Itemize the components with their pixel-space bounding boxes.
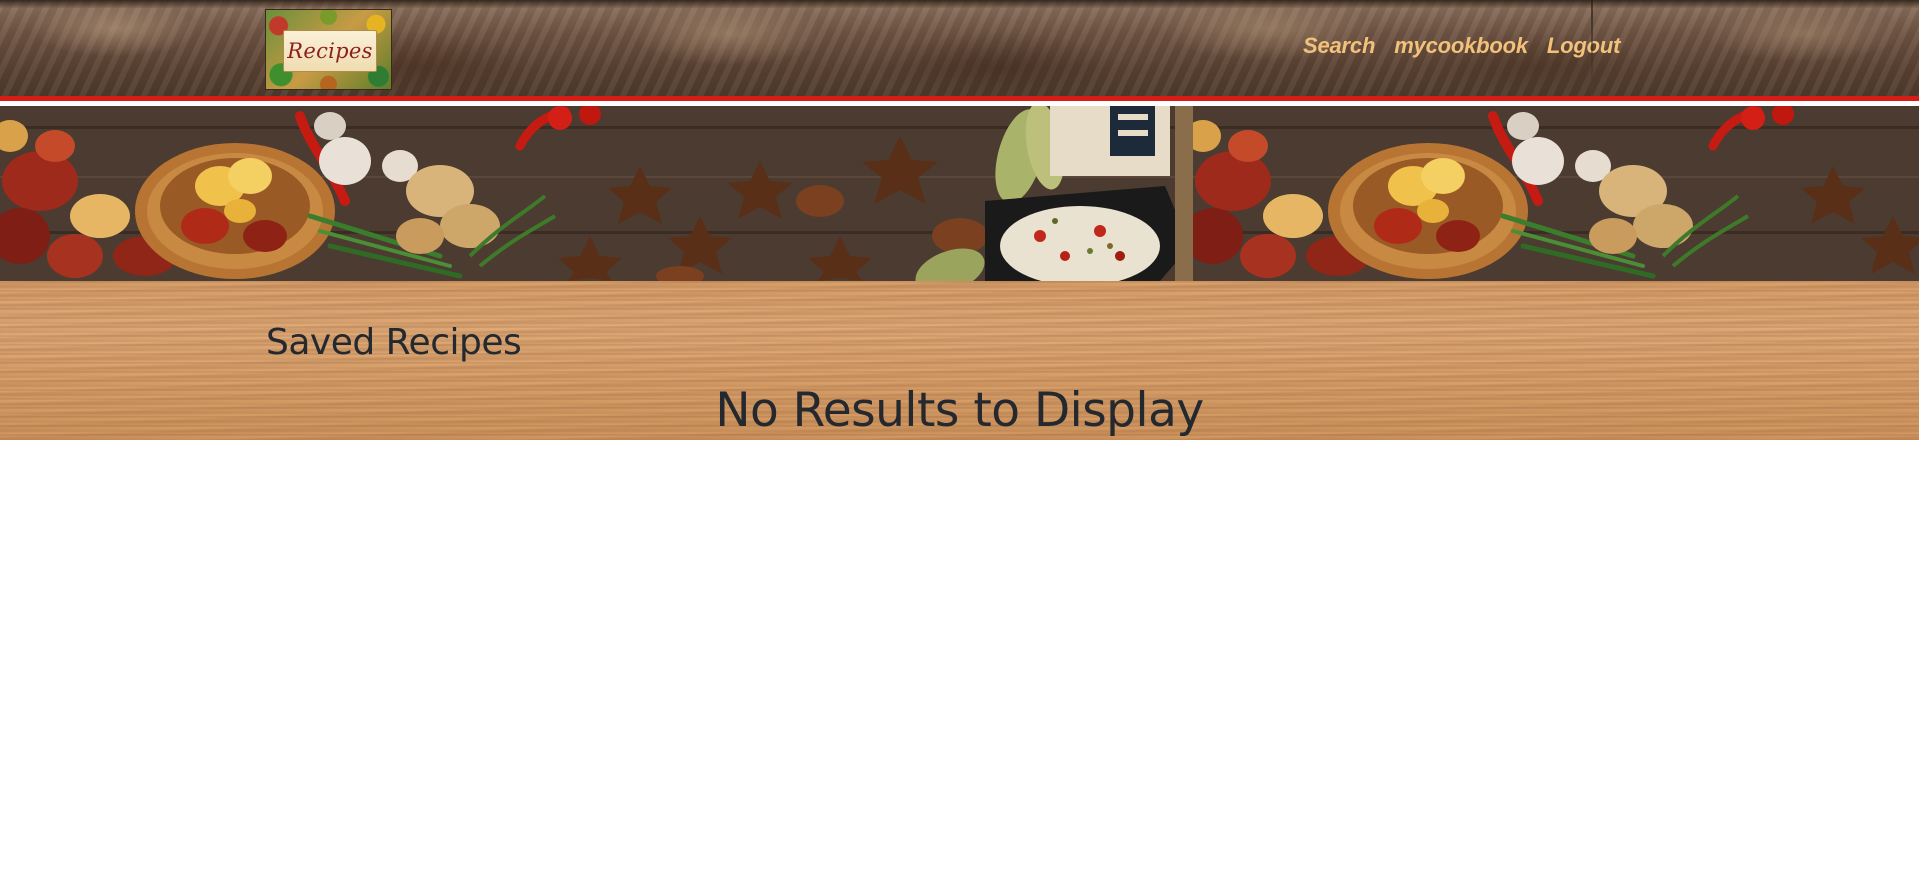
nav-link-logout[interactable]: Logout — [1547, 33, 1621, 59]
logo-text: Recipes — [283, 30, 377, 72]
spice-banner-tile — [0, 106, 1193, 281]
empty-results-message: No Results to Display — [715, 383, 1204, 438]
top-navbar: Recipes Search mycookbook Logout — [0, 0, 1919, 101]
spice-banner-tile — [1193, 106, 1919, 281]
spice-banner-image — [0, 106, 1919, 281]
nav-links: Search mycookbook Logout — [1303, 33, 1620, 59]
nav-link-mycookbook[interactable]: mycookbook — [1394, 33, 1528, 59]
page-title: Saved Recipes — [266, 322, 522, 363]
nav-link-search[interactable]: Search — [1303, 33, 1375, 59]
recipes-logo[interactable]: Recipes — [265, 9, 392, 90]
